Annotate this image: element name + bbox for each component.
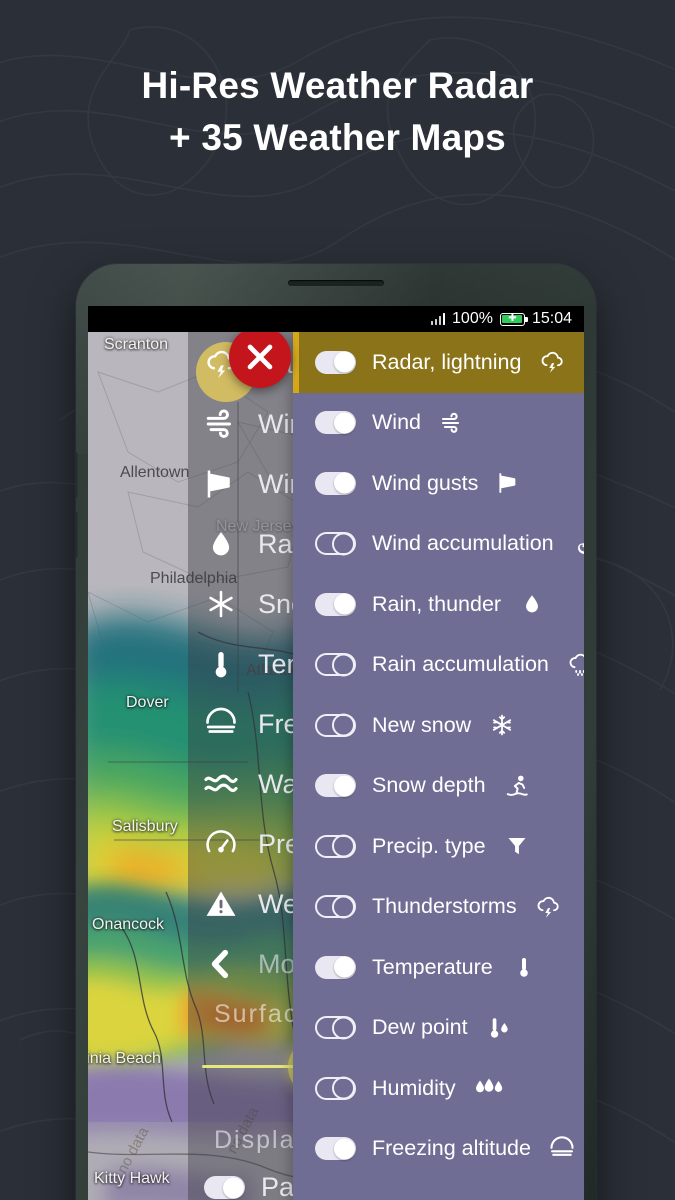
earpiece-speaker-icon bbox=[288, 280, 384, 286]
layer-label: Humidity bbox=[372, 1075, 456, 1100]
windsock-icon bbox=[198, 461, 244, 507]
wind-icon bbox=[198, 401, 244, 447]
battery-charging-icon: ✚ bbox=[499, 312, 528, 326]
layer-label: Wind accumulation bbox=[372, 531, 554, 556]
layer-row-wind-accumulation[interactable]: Wind accumulation bbox=[293, 514, 584, 575]
toggle-switch[interactable] bbox=[315, 1016, 356, 1040]
headline-line-2: + 35 Weather Maps bbox=[169, 117, 506, 158]
layer-label: Precip. type bbox=[372, 833, 486, 858]
toggle-switch[interactable] bbox=[315, 471, 356, 495]
chevron-left-icon bbox=[198, 941, 244, 987]
skier-icon bbox=[502, 771, 532, 801]
volume-down-button[interactable] bbox=[76, 512, 78, 558]
freezing-altitude-icon bbox=[547, 1134, 577, 1164]
weather-layers-panel[interactable]: Radar, lightning Wind Wind gusts Wind ac… bbox=[293, 332, 584, 1200]
layer-row-snow-depth[interactable]: Snow depth bbox=[293, 756, 584, 817]
gauge-icon bbox=[198, 821, 244, 867]
layer-label: New snow bbox=[372, 712, 472, 737]
waves-icon bbox=[198, 761, 244, 807]
snow-icon bbox=[198, 581, 244, 627]
toggle-switch[interactable] bbox=[315, 653, 356, 677]
humidity-icon bbox=[472, 1073, 506, 1103]
layer-row-precip-type[interactable]: Precip. type bbox=[293, 816, 584, 877]
signal-bars-icon bbox=[430, 313, 446, 325]
layer-row-freezing-altitude[interactable]: Freezing altitude bbox=[293, 1119, 584, 1180]
rain-cloud-icon bbox=[565, 650, 584, 680]
thermometer-icon bbox=[509, 952, 539, 982]
dew-point-icon bbox=[484, 1013, 514, 1043]
close-x-icon bbox=[247, 344, 273, 370]
layer-row-wind[interactable]: Wind bbox=[293, 393, 584, 454]
toggle-switch[interactable] bbox=[315, 1137, 356, 1161]
battery-percent-label: 100% bbox=[452, 310, 493, 327]
layer-label: Wind gusts bbox=[372, 470, 479, 495]
status-bar-clock: 15:04 bbox=[531, 310, 572, 327]
toggle-switch[interactable] bbox=[315, 411, 356, 435]
toggle-switch[interactable] bbox=[315, 713, 356, 737]
windsock-icon bbox=[494, 468, 524, 498]
phone-mockup: 100% ✚ 15:04 Scranton Allentown Philadel… bbox=[76, 264, 596, 1200]
status-bar: 100% ✚ 15:04 bbox=[88, 306, 584, 332]
toggle-switch[interactable] bbox=[315, 350, 356, 374]
snowflake-icon bbox=[487, 710, 517, 740]
layer-row-rain-accumulation[interactable]: Rain accumulation bbox=[293, 635, 584, 696]
toggle-switch[interactable] bbox=[315, 1076, 356, 1100]
volume-up-button[interactable] bbox=[76, 452, 78, 498]
toggle-switch[interactable] bbox=[315, 774, 356, 798]
close-button[interactable] bbox=[229, 326, 291, 388]
layer-label: Dew point bbox=[372, 1015, 468, 1040]
toggle-switch[interactable] bbox=[315, 834, 356, 858]
warning-triangle-icon bbox=[198, 881, 244, 927]
layer-label: Rain, thunder bbox=[372, 591, 502, 616]
layer-label: Radar, lightning bbox=[372, 349, 522, 374]
freezing-altitude-icon bbox=[198, 701, 244, 747]
funnel-icon bbox=[502, 831, 532, 861]
thermometer-icon bbox=[198, 641, 244, 687]
toggle-switch[interactable] bbox=[315, 532, 356, 556]
active-row-accent-bar bbox=[293, 332, 299, 393]
layer-label: Freezing altitude bbox=[372, 1136, 531, 1161]
toggle-switch[interactable] bbox=[315, 955, 356, 979]
layer-label: Temperature bbox=[372, 954, 493, 979]
layer-label: Rain accumulation bbox=[372, 652, 549, 677]
hurricane-icon bbox=[570, 529, 584, 559]
layer-row-wind-gusts[interactable]: Wind gusts bbox=[293, 453, 584, 514]
layer-row-temperature[interactable]: Temperature bbox=[293, 937, 584, 998]
layer-label: Snow depth bbox=[372, 773, 486, 798]
thunderstorm-icon bbox=[537, 347, 567, 377]
layer-row-radar-lightning[interactable]: Radar, lightning bbox=[293, 332, 584, 393]
thunderstorm-icon bbox=[533, 892, 563, 922]
phone-screen: 100% ✚ 15:04 Scranton Allentown Philadel… bbox=[88, 306, 584, 1200]
layer-row-humidity[interactable]: Humidity bbox=[293, 1058, 584, 1119]
layer-row-new-snow[interactable]: New snow bbox=[293, 695, 584, 756]
headline-line-1: Hi-Res Weather Radar bbox=[141, 65, 534, 106]
layer-label: Wind bbox=[372, 410, 421, 435]
layer-row-rain-thunder[interactable]: Rain, thunder bbox=[293, 574, 584, 635]
layer-label: Thunderstorms bbox=[372, 894, 517, 919]
layer-row-dew-point[interactable]: Dew point bbox=[293, 998, 584, 1059]
wind-icon bbox=[437, 408, 467, 438]
raindrop-icon bbox=[198, 521, 244, 567]
layer-row-thunderstorms[interactable]: Thunderstorms bbox=[293, 877, 584, 938]
raindrop-icon bbox=[517, 589, 547, 619]
toggle-switch[interactable] bbox=[315, 895, 356, 919]
page-title: Hi-Res Weather Radar + 35 Weather Maps bbox=[0, 60, 675, 164]
toggle-switch[interactable] bbox=[315, 592, 356, 616]
toggle-switch[interactable] bbox=[204, 1176, 245, 1199]
